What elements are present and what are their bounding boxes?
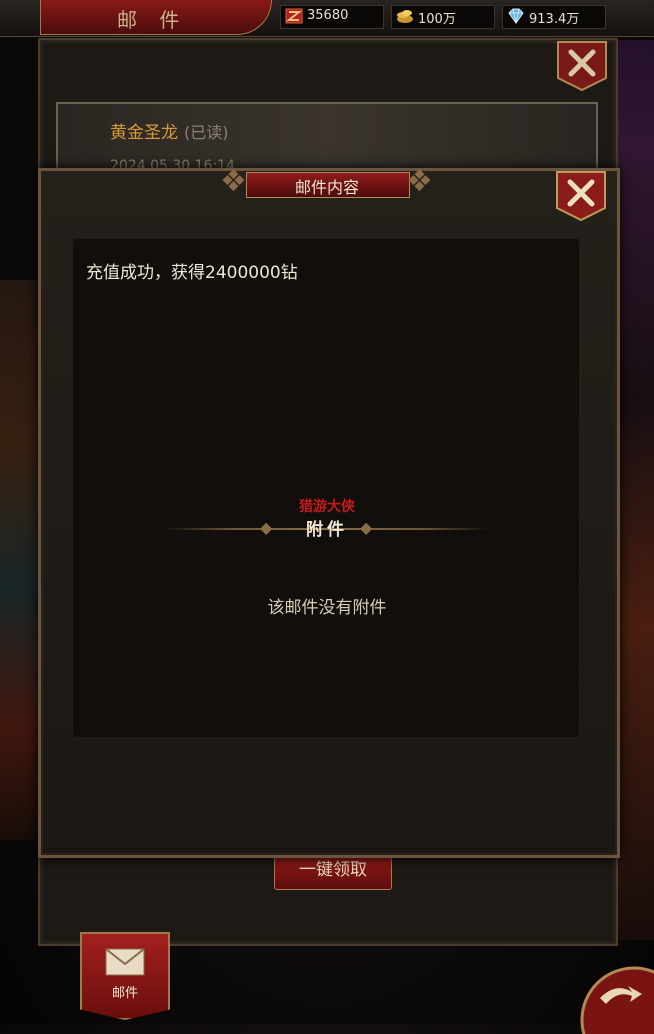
- dialog-title: 邮件内容: [294, 178, 359, 197]
- attachment-header: 附件: [306, 520, 348, 540]
- mail-sender-name: 黄金圣龙: [110, 123, 178, 143]
- watermark: 猎游大侠: [299, 499, 355, 515]
- window-title-tab: 邮 件: [40, 0, 272, 35]
- background-art-left: [0, 280, 40, 840]
- dialog-title-banner: ❖ 邮件内容 ❖: [220, 160, 434, 202]
- mail-sender: 黄金圣龙 (已读): [110, 118, 229, 143]
- ruby-icon: [285, 8, 303, 24]
- mail-tab-button[interactable]: 邮件: [80, 932, 170, 1020]
- envelope-icon: [105, 948, 145, 976]
- close-mail-window-button[interactable]: [555, 40, 609, 92]
- mail-tab-label: 邮件: [111, 986, 138, 1001]
- ornament-right-icon: ❖: [406, 164, 433, 199]
- window-title: 邮 件: [117, 8, 188, 32]
- mail-read-status: (已读): [184, 123, 229, 142]
- mail-message: 充值成功，获得2400000钻: [86, 263, 298, 283]
- resource-gold: 100万: [391, 5, 495, 29]
- top-bar: 邮 件 35680 100万 913.4万: [0, 0, 654, 37]
- no-attachment-text: 该邮件没有附件: [267, 598, 387, 618]
- ruby-count: 35680: [307, 8, 349, 23]
- resource-ruby: 35680: [280, 5, 384, 29]
- resource-diamond: 913.4万: [502, 5, 606, 29]
- mail-content-box: [72, 238, 580, 738]
- close-dialog-button[interactable]: [554, 170, 608, 222]
- diamond-icon: [508, 8, 524, 24]
- gold-coins-icon: [397, 10, 413, 23]
- diamond-count: 913.4万: [529, 12, 580, 27]
- gold-count: 100万: [418, 12, 456, 27]
